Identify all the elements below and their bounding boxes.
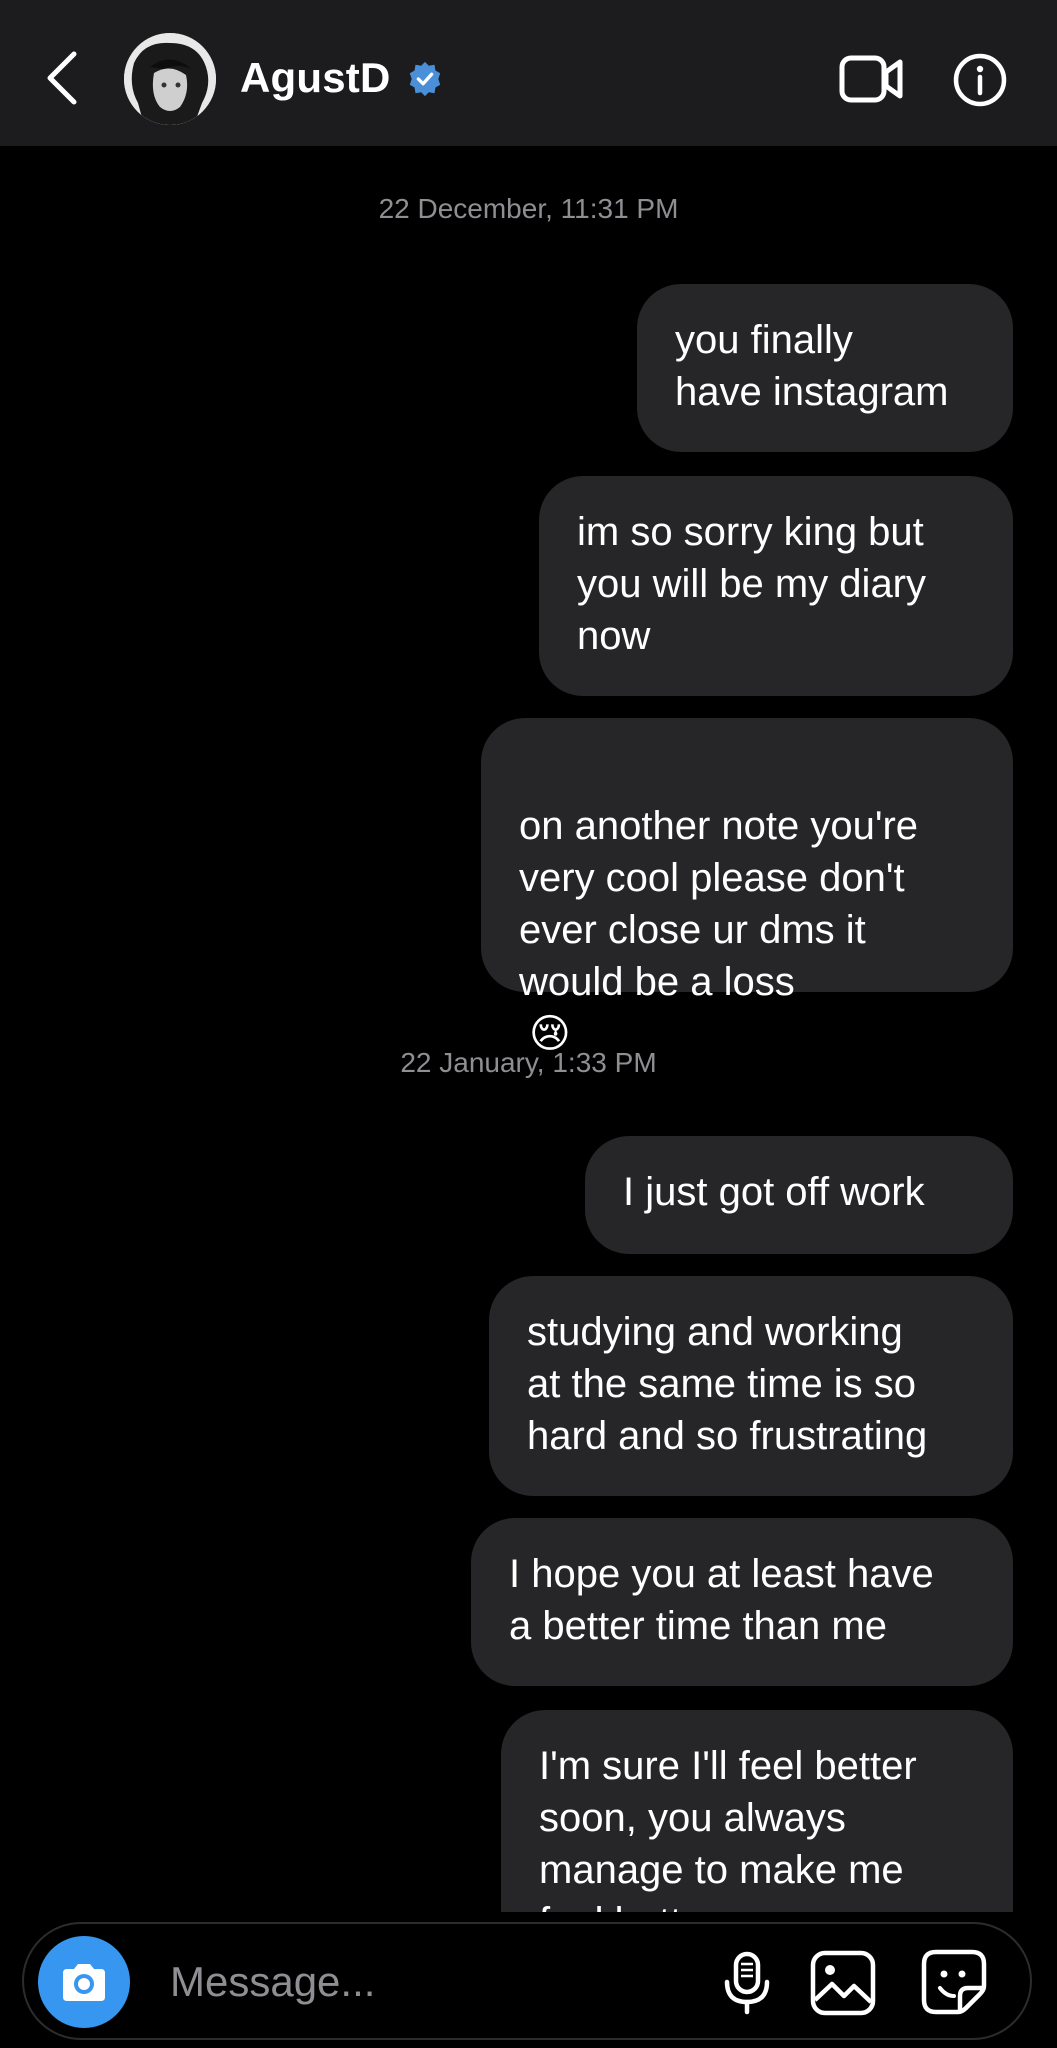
camera-icon [63, 1964, 105, 2001]
message-text: on another note you're very cool please … [519, 804, 919, 1004]
message-bubble[interactable]: studying and working at the same time is… [489, 1276, 1013, 1496]
voice-message-button[interactable] [712, 1948, 782, 2018]
microphone-icon [724, 1951, 770, 2015]
message-bubble[interactable]: I'm sure I'll feel better soon, you alwa… [501, 1710, 1013, 1912]
message-bubble[interactable]: on another note you're very cool please … [481, 718, 1013, 1057]
camera-button[interactable] [38, 1936, 130, 2028]
message-bubble[interactable]: you finally have instagram [637, 284, 1013, 452]
info-button[interactable] [952, 52, 1008, 108]
video-call-button[interactable] [838, 52, 906, 106]
date-separator: 22 December, 11:31 PM [378, 193, 679, 224]
image-gallery-icon [810, 1950, 876, 2016]
message-bubble[interactable]: I just got off work [585, 1136, 1013, 1254]
conversation-title[interactable]: AgustD [240, 52, 391, 104]
sticker-icon [921, 1949, 987, 2015]
date-separator: 22 January, 1:33 PM [400, 1047, 657, 1078]
video-camera-icon [839, 55, 903, 103]
back-button[interactable] [40, 48, 84, 108]
message-bubble[interactable]: im so sorry king but you will be my diar… [539, 476, 1013, 696]
avatar[interactable] [124, 33, 216, 125]
message-input[interactable] [170, 1954, 690, 2010]
verified-badge-icon [409, 61, 441, 97]
chevron-left-icon [47, 51, 77, 105]
sticker-button[interactable] [918, 1946, 990, 2018]
message-composer [22, 1922, 1032, 2040]
info-icon [953, 53, 1007, 107]
message-thread[interactable]: 22 December, 11:31 PM you finally have i… [0, 146, 1057, 1912]
message-bubble[interactable]: I hope you at least have a better time t… [471, 1518, 1013, 1686]
gallery-button[interactable] [808, 1948, 878, 2018]
profile-photo [124, 33, 216, 125]
conversation-header: AgustD [0, 0, 1057, 146]
